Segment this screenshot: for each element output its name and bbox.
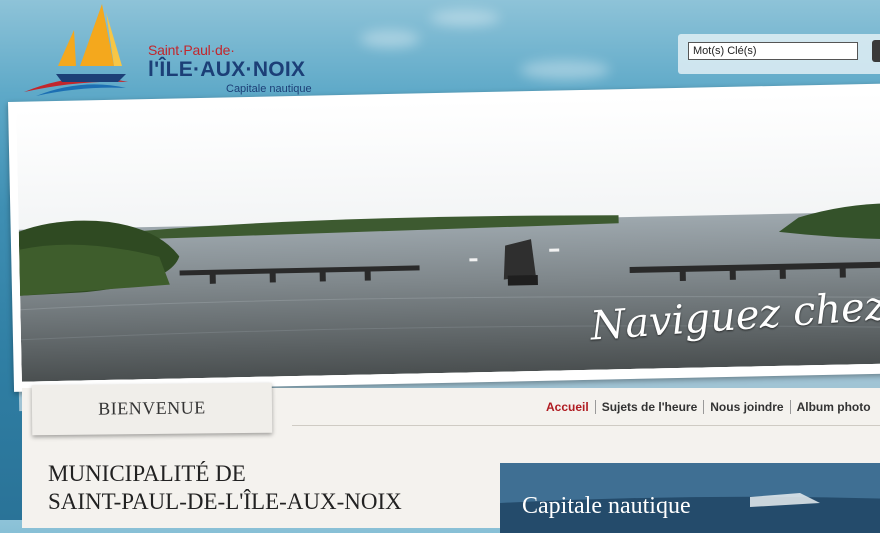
nav-divider [292,425,880,426]
search-box [678,34,880,74]
search-button[interactable] [872,40,880,62]
logo-tagline: Capitale nautique [226,83,312,95]
welcome-tab: BIENVENUE [31,382,273,436]
sailboat-icon [24,4,128,96]
cloud [360,30,420,48]
feature-label: Capitale nautique [522,493,691,519]
cloud [520,60,610,80]
page-title-line1: MUNICIPALITÉ DE [48,461,246,486]
nav-item-nous-joindre[interactable]: Nous joindre [704,400,791,414]
cloud [430,10,500,26]
page-title: MUNICIPALITÉ DE SAINT-PAUL-DE-L'ÎLE-AUX-… [48,460,402,516]
logo-small-text: Saint·Paul·de· [148,42,235,58]
page-title-line2: SAINT-PAUL-DE-L'ÎLE-AUX-NOIX [48,489,402,514]
nav-item-sujets[interactable]: Sujets de l'heure [596,400,705,414]
search-input[interactable] [688,42,858,60]
nav-item-accueil[interactable]: Accueil [540,400,596,414]
feature-card[interactable]: Capitale nautique [500,463,880,533]
main-nav: Accueil Sujets de l'heure Nous joindre Albu… [540,400,877,418]
logo-main-text: l'ÎLE·AUX·NOIX [148,58,306,81]
hero-banner [8,83,880,392]
welcome-tab-label: BIENVENUE [98,397,206,419]
site-logo[interactable]: Saint·Paul·de· l'ÎLE·AUX·NOIX Capitale n… [18,0,328,105]
nav-item-album-photo[interactable]: Album photo [791,400,877,414]
